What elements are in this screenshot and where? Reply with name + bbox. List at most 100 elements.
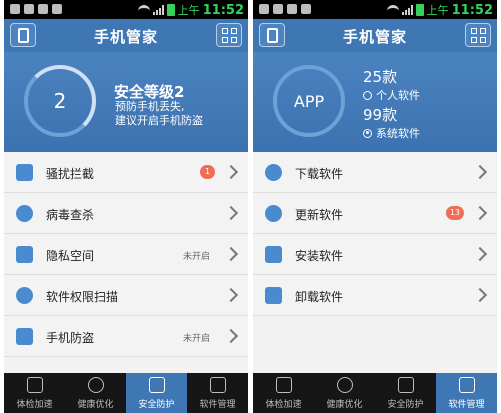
tab-label: 健康优化 — [326, 400, 363, 410]
radio-unchecked-icon — [363, 90, 372, 100]
menu-item-harassment-block[interactable]: 骚扰拦截 1 — [4, 152, 248, 193]
software-banner: APP 25款 个人软件 99款 系统软件 — [253, 52, 497, 152]
check-circle-icon — [336, 377, 353, 393]
tab-label: 软件管理 — [448, 400, 485, 410]
chevron-right-icon — [223, 287, 239, 303]
bag-icon — [209, 377, 226, 393]
download-icon — [265, 164, 282, 181]
status-bar: 上午 11:52 — [253, 0, 497, 19]
menu-item-uninstall[interactable]: 卸载软件 — [253, 275, 497, 316]
menu-item-label: 下载软件 — [295, 167, 344, 181]
shield-x-icon — [148, 377, 165, 393]
status-bar: 上午 11:52 — [4, 0, 248, 19]
menu-item-permission-scan[interactable]: 软件权限扫描 — [4, 275, 248, 316]
chevron-right-icon — [223, 205, 239, 221]
title-bar: 手机管家 — [4, 19, 248, 52]
chevron-right-icon — [472, 205, 488, 221]
menu-item-virus-scan[interactable]: 病毒查杀 — [4, 193, 248, 234]
grid-icon — [222, 28, 237, 43]
tab-label: 体检加速 — [16, 400, 53, 410]
phone-block-icon — [16, 164, 33, 181]
menu-item-label: 更新软件 — [295, 208, 344, 222]
security-level-title: 安全等级2 — [114, 83, 185, 101]
chevron-right-icon — [223, 328, 239, 344]
tab-optimize[interactable]: 健康优化 — [314, 373, 375, 413]
personal-app-filter[interactable]: 个人软件 — [363, 87, 420, 103]
tab-checkup[interactable]: 体检加速 — [253, 373, 314, 413]
wifi-icon — [386, 5, 399, 15]
tab-label: 软件管理 — [199, 400, 236, 410]
system-app-count: 99款 — [363, 106, 398, 124]
refresh-icon — [265, 205, 282, 222]
security-screen: 上午 11:52 手机管家 2 安全等级2 预防手机丢失, 建议开启手机防盗 骚… — [4, 0, 248, 413]
notification-icons — [259, 4, 311, 14]
notification-badge: 1 — [200, 165, 215, 179]
tab-label: 健康优化 — [77, 400, 114, 410]
app-title: 手机管家 — [342, 28, 407, 46]
safe-box-icon — [16, 246, 33, 263]
chevron-right-icon — [223, 164, 239, 180]
tab-checkup[interactable]: 体检加速 — [4, 373, 65, 413]
grid-icon — [471, 28, 486, 43]
tab-label: 体检加速 — [265, 400, 302, 410]
tab-software[interactable]: 软件管理 — [187, 373, 248, 413]
system-app-filter[interactable]: 系统软件 — [363, 125, 420, 141]
bottom-tab-bar: 体检加速 健康优化 安全防护 软件管理 — [4, 373, 248, 413]
grid-menu-button[interactable] — [465, 23, 491, 47]
security-level-value: 2 — [53, 89, 67, 113]
tab-optimize[interactable]: 健康优化 — [65, 373, 126, 413]
chevron-right-icon — [472, 164, 488, 180]
menu-item-label: 软件权限扫描 — [46, 290, 119, 304]
notification-icons — [10, 4, 62, 14]
wifi-icon — [137, 5, 150, 15]
menu-item-update[interactable]: 更新软件 13 — [253, 193, 497, 234]
virus-shield-icon — [16, 205, 33, 222]
menu-item-status: 未开启 — [182, 252, 210, 262]
tab-label: 安全防护 — [138, 400, 175, 410]
personal-app-count: 25款 — [363, 68, 398, 86]
permission-shield-icon — [16, 287, 33, 304]
system-app-label: 系统软件 — [376, 127, 420, 140]
chevron-right-icon — [472, 246, 488, 262]
menu-item-label: 病毒查杀 — [46, 208, 95, 222]
security-level-desc: 预防手机丢失, 建议开启手机防盗 — [115, 100, 203, 128]
menu-item-download[interactable]: 下载软件 — [253, 152, 497, 193]
app-ring-label: APP — [293, 91, 325, 111]
status-time: 11:52 — [202, 2, 244, 18]
status-ampm: 上午 — [177, 4, 200, 17]
title-bar: 手机管家 — [253, 19, 497, 52]
chevron-right-icon — [472, 287, 488, 303]
status-time: 11:52 — [451, 2, 493, 18]
radio-checked-icon — [363, 128, 372, 138]
android-icon — [265, 246, 282, 263]
security-banner: 2 安全等级2 预防手机丢失, 建议开启手机防盗 — [4, 52, 248, 152]
tab-security[interactable]: 安全防护 — [375, 373, 436, 413]
battery-icon — [166, 4, 175, 16]
signal-icon — [401, 5, 413, 15]
tab-software[interactable]: 软件管理 — [436, 373, 497, 413]
check-circle-icon — [87, 377, 104, 393]
bag-icon — [458, 377, 475, 393]
chevron-right-icon — [223, 246, 239, 262]
grid-menu-button[interactable] — [216, 23, 242, 47]
status-ampm: 上午 — [426, 4, 449, 17]
menu-item-label: 卸载软件 — [295, 290, 344, 304]
bottom-tab-bar: 体检加速 健康优化 安全防护 软件管理 — [253, 373, 497, 413]
magnifier-icon — [275, 377, 292, 393]
menu-item-label: 骚扰拦截 — [46, 167, 95, 181]
battery-icon — [415, 4, 424, 16]
app-title: 手机管家 — [93, 28, 158, 46]
magnifier-icon — [26, 377, 43, 393]
menu-item-privacy-space[interactable]: 隐私空间 未开启 — [4, 234, 248, 275]
lock-icon — [16, 328, 33, 345]
menu-item-label: 隐私空间 — [46, 249, 95, 263]
menu-item-label: 手机防盗 — [46, 331, 95, 345]
tab-security[interactable]: 安全防护 — [126, 373, 187, 413]
security-menu: 骚扰拦截 1 病毒查杀 隐私空间 未开启 软件权限扫描 手机防盗 未开启 — [4, 152, 248, 357]
menu-item-anti-theft[interactable]: 手机防盗 未开启 — [4, 316, 248, 357]
menu-item-install[interactable]: 安装软件 — [253, 234, 497, 275]
signal-icon — [152, 5, 164, 15]
menu-item-label: 安装软件 — [295, 249, 344, 263]
personal-app-label: 个人软件 — [376, 89, 420, 102]
tab-label: 安全防护 — [387, 400, 424, 410]
